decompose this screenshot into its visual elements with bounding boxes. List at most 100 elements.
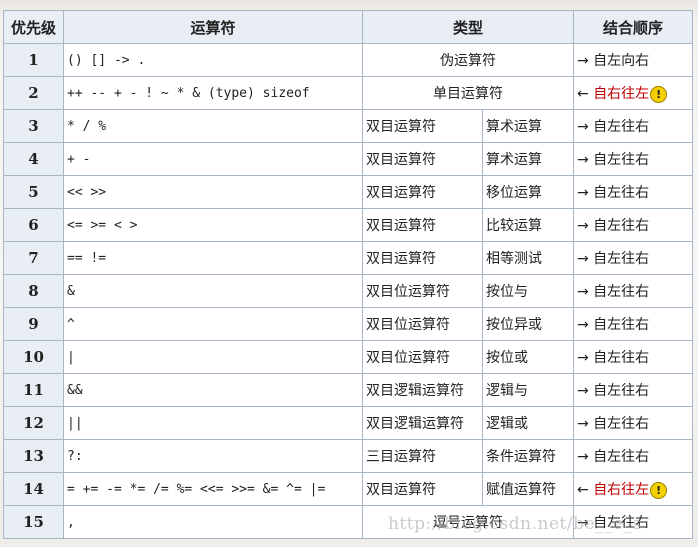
table-row: 6 <= >= < > 双目运算符 比较运算 → 自左往右: [3, 208, 693, 242]
associativity-text: → 自左往右: [577, 350, 650, 366]
type-cell: 双目逻辑运算符: [362, 406, 483, 440]
priority-cell: 12: [3, 406, 64, 440]
header-priority: 优先级: [3, 10, 64, 44]
type-cell: 双目运算符: [362, 208, 483, 242]
type-cell: 三目运算符: [362, 439, 483, 473]
priority-cell: 6: [3, 208, 64, 242]
table-row: 4 + - 双目运算符 算术运算 → 自左往右: [3, 142, 693, 176]
type-cell: 单目运算符: [362, 76, 574, 110]
type-cell: 双目逻辑运算符: [362, 373, 483, 407]
associativity-cell: → 自左往右: [573, 439, 693, 473]
associativity-cell: → 自左往右: [573, 340, 693, 374]
operator-cell: + -: [63, 142, 363, 176]
associativity-cell: → 自左向右: [573, 43, 693, 77]
table-body: 1() [] -> . 伪运算符 → 自左向右 2 ++ -- + - ! ~ * & …: [3, 43, 693, 539]
type-cell: 双目位运算符: [362, 340, 483, 374]
subtype-cell: 相等测试: [482, 241, 574, 275]
priority-cell: 2: [3, 76, 64, 110]
operator-cell: |: [63, 340, 363, 374]
table-row: 13?: 三目运算符 条件运算符 → 自左往右: [3, 439, 693, 473]
operator-cell: = += -= *= /= %= <<= >>= &= ^= |=: [63, 472, 363, 506]
table-row: 8 & 双目位运算符 按位与 → 自左往右: [3, 274, 693, 308]
table-row: 9 ^ 双目位运算符 按位异或 → 自左往右: [3, 307, 693, 341]
priority-cell: 1: [3, 43, 64, 77]
associativity-text: → 自左往右: [577, 515, 650, 531]
warning-icon: !: [650, 85, 668, 103]
left-arrow-icon: ←: [577, 482, 589, 498]
header-row: 优先级 运算符 类型 结合顺序: [3, 10, 693, 44]
table-row: 10 | 双目位运算符 按位或 → 自左往右: [3, 340, 693, 374]
operator-precedence-table: 优先级 运算符 类型 结合顺序 1() [] -> . 伪运算符 → 自左向右 2 ++…: [3, 10, 693, 539]
type-cell: 双目运算符: [362, 175, 483, 209]
associativity-cell: → 自左往右: [573, 406, 693, 440]
associativity-cell: → 自左往右: [573, 505, 693, 539]
type-cell: 逗号运算符: [362, 505, 574, 539]
associativity-text: → 自左往右: [577, 251, 650, 267]
subtype-cell: 按位与: [482, 274, 574, 308]
priority-cell: 13: [3, 439, 64, 473]
table-row: 7 == != 双目运算符 相等测试 → 自左往右: [3, 241, 693, 275]
type-cell: 双目运算符: [362, 142, 483, 176]
associativity-cell: → 自左往右: [573, 109, 693, 143]
subtype-cell: 条件运算符: [482, 439, 574, 473]
priority-cell: 4: [3, 142, 64, 176]
associativity-text: → 自左往右: [577, 218, 650, 234]
operator-cell: ,: [63, 505, 363, 539]
operator-cell: ?:: [63, 439, 363, 473]
subtype-cell: 按位或: [482, 340, 574, 374]
table-row: 12 || 双目逻辑运算符 逻辑或 → 自左往右: [3, 406, 693, 440]
associativity-text: → 自左向右: [577, 53, 650, 69]
table-row: 15, 逗号运算符 → 自左往右: [3, 505, 693, 539]
type-cell: 双目运算符: [362, 109, 483, 143]
subtype-cell: 算术运算: [482, 109, 574, 143]
operator-cell: == !=: [63, 241, 363, 275]
header-operator: 运算符: [63, 10, 363, 44]
associativity-cell: → 自左往右: [573, 373, 693, 407]
associativity-text: → 自左往右: [577, 119, 650, 135]
subtype-cell: 比较运算: [482, 208, 574, 242]
associativity-text: → 自左往右: [577, 152, 650, 168]
priority-cell: 15: [3, 505, 64, 539]
priority-cell: 9: [3, 307, 64, 341]
header-type: 类型: [362, 10, 574, 44]
subtype-cell: 赋值运算符: [482, 472, 574, 506]
operator-cell: * / %: [63, 109, 363, 143]
associativity-text: → 自左往右: [577, 317, 650, 333]
operator-cell: ^: [63, 307, 363, 341]
type-cell: 伪运算符: [362, 43, 574, 77]
priority-cell: 14: [3, 472, 64, 506]
subtype-cell: 按位异或: [482, 307, 574, 341]
priority-cell: 7: [3, 241, 64, 275]
warning-icon: !: [650, 481, 668, 499]
table-row: 2 ++ -- + - ! ~ * & (type) sizeof 单目运算符 ← 自…: [3, 76, 693, 110]
type-cell: 双目位运算符: [362, 307, 483, 341]
priority-cell: 10: [3, 340, 64, 374]
associativity-text: 自右往左: [593, 482, 650, 498]
table-row: 1() [] -> . 伪运算符 → 自左向右: [3, 43, 693, 77]
priority-cell: 11: [3, 373, 64, 407]
operator-cell: ++ -- + - ! ~ * & (type) sizeof: [63, 76, 363, 110]
operator-cell: () [] -> .: [63, 43, 363, 77]
operator-cell: <= >= < >: [63, 208, 363, 242]
associativity-text: → 自左往右: [577, 449, 650, 465]
subtype-cell: 逻辑与: [482, 373, 574, 407]
priority-cell: 3: [3, 109, 64, 143]
table-row: 3 * / % 双目运算符 算术运算 → 自左往右: [3, 109, 693, 143]
associativity-cell: ← 自右往左!: [573, 76, 693, 110]
operator-cell: << >>: [63, 175, 363, 209]
type-cell: 双目运算符: [362, 472, 483, 506]
associativity-cell: → 自左往右: [573, 208, 693, 242]
associativity-cell: ← 自右往左!: [573, 472, 693, 506]
header-associativity: 结合顺序: [573, 10, 693, 44]
associativity-cell: → 自左往右: [573, 241, 693, 275]
associativity-cell: → 自左往右: [573, 307, 693, 341]
associativity-cell: → 自左往右: [573, 175, 693, 209]
associativity-text: → 自左往右: [577, 383, 650, 399]
subtype-cell: 移位运算: [482, 175, 574, 209]
operator-cell: ||: [63, 406, 363, 440]
associativity-text: 自右往左: [593, 86, 650, 102]
operator-cell: &: [63, 274, 363, 308]
table-row: 11 && 双目逻辑运算符 逻辑与 → 自左往右: [3, 373, 693, 407]
associativity-cell: → 自左往右: [573, 274, 693, 308]
priority-cell: 8: [3, 274, 64, 308]
